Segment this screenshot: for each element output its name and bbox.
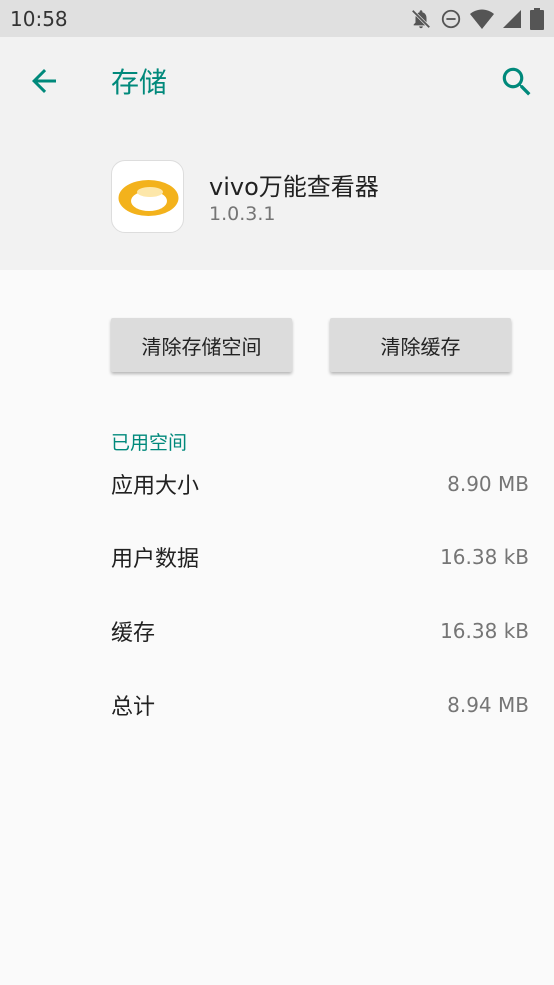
vivo-viewer-app-icon [111,160,184,233]
storage-row-value: 8.94 MB [447,693,529,717]
storage-row-user-data: 用户数据 16.38 kB [111,541,529,573]
storage-row-value: 8.90 MB [447,472,529,496]
storage-row-label: 总计 [111,695,156,720]
storage-row-label: 缓存 [111,621,156,646]
storage-row-value: 16.38 kB [440,619,529,643]
battery-icon [530,7,544,30]
status-icons [410,7,544,30]
do-not-disturb-icon [441,9,461,28]
notifications-off-icon [411,9,431,28]
cellular-signal-icon [503,9,521,28]
app-header: vivo万能查看器 1.0.3.1 [0,127,554,270]
storage-row-label: 用户数据 [111,547,200,572]
status-bar: 10:58 [0,0,554,37]
app-name: vivo万能查看器 [209,173,379,201]
app-version: 1.0.3.1 [209,203,276,225]
storage-row-value: 16.38 kB [440,545,529,569]
app-bar: 存储 [0,37,554,127]
search-icon [502,67,531,96]
used-space-header: 已用空间 [111,432,188,454]
back-button[interactable] [26,63,62,99]
search-button[interactable] [498,63,536,101]
storage-row-total: 总计 8.94 MB [111,689,529,721]
arrow-back-icon [32,69,56,93]
storage-row-app-size: 应用大小 8.90 MB [111,468,529,500]
status-time: 10:58 [10,6,68,31]
wifi-icon [470,9,494,29]
storage-row-label: 应用大小 [111,474,200,499]
page-title: 存储 [111,66,168,99]
clear-storage-button[interactable]: 清除存储空间 [111,318,292,372]
storage-row-cache: 缓存 16.38 kB [111,615,529,647]
clear-cache-button[interactable]: 清除缓存 [330,318,511,372]
